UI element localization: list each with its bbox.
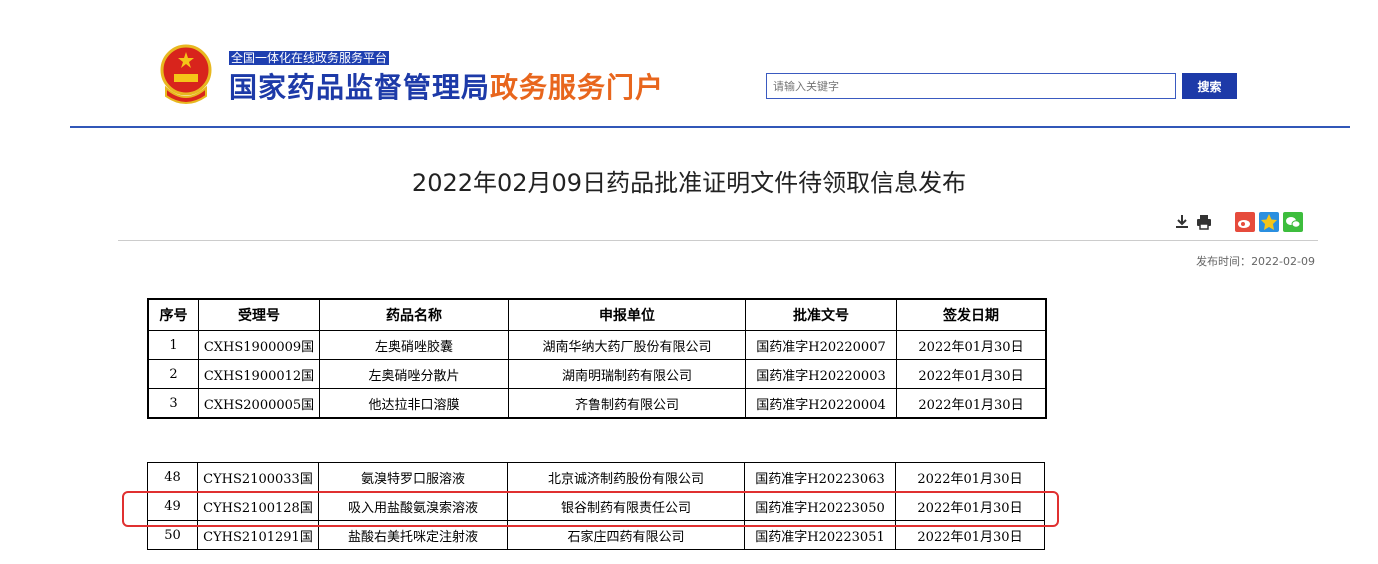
table-row: 2 CXHS1900012国 左奥硝唑分散片 湖南明瑞制药有限公司 国药准字H2…: [147, 359, 1047, 389]
table-cell: 湖南华纳大药厂股份有限公司: [508, 330, 746, 360]
table-row: 3 CXHS2000005国 他达拉非口溶膜 齐鲁制药有限公司 国药准字H202…: [147, 388, 1047, 419]
publish-label: 发布时间：: [1196, 255, 1252, 268]
weibo-icon[interactable]: [1235, 212, 1255, 232]
article-title: 2022年02月09日药品批准证明文件待领取信息发布: [411, 169, 967, 197]
table-cell: 他达拉非口溶膜: [319, 388, 509, 419]
platform-tag[interactable]: 全国一体化在线政务服务平台: [229, 51, 390, 65]
header-cell: 申报单位: [508, 298, 746, 331]
table-row: 1 CXHS1900009国 左奥硝唑胶囊 湖南华纳大药厂股份有限公司 国药准字…: [147, 330, 1047, 360]
site-title-main: 国家药品监督管理局: [229, 71, 491, 104]
table-cell: 国药准字H20220003: [745, 359, 897, 389]
table-cell: 1: [147, 330, 199, 360]
download-icon[interactable]: [1173, 213, 1191, 231]
qzone-icon[interactable]: [1259, 212, 1279, 232]
table-cell: 北京诚济制药股份有限公司: [507, 462, 745, 492]
table-cell: CXHS1900009国: [198, 330, 320, 360]
table-cell: 国药准字H20220004: [745, 388, 897, 419]
table-cell: 2: [147, 359, 199, 389]
article-divider: [118, 240, 1318, 241]
article-toolbar: [1173, 211, 1303, 233]
search-input[interactable]: [766, 73, 1176, 99]
header-cell: 序号: [147, 298, 199, 331]
table-cell: CXHS2000005国: [198, 388, 320, 419]
table-cell: 2022年01月30日: [896, 359, 1047, 389]
national-emblem-logo: [160, 44, 212, 106]
site-title-sub: 政务服务门户: [490, 71, 665, 104]
header-divider: [70, 126, 1350, 128]
table-cell: 48: [147, 462, 198, 492]
table-cell: CXHS1900012国: [198, 359, 320, 389]
print-icon[interactable]: [1195, 213, 1213, 231]
highlight-annotation-box: [122, 491, 1059, 527]
table-cell: 齐鲁制药有限公司: [508, 388, 746, 419]
header-cell: 签发日期: [896, 298, 1047, 331]
table-cell: 2022年01月30日: [895, 462, 1045, 492]
table-header-row: 序号 受理号 药品名称 申报单位 批准文号 签发日期: [147, 298, 1047, 331]
site-title[interactable]: 国家药品监督管理局政务服务门户: [229, 69, 664, 107]
table-cell: 湖南明瑞制药有限公司: [508, 359, 746, 389]
publish-time: 发布时间：2022-02-09: [1170, 253, 1315, 269]
table-cell: CYHS2100033国: [197, 462, 319, 492]
wechat-icon[interactable]: [1283, 212, 1303, 232]
header-cell: 药品名称: [319, 298, 509, 331]
header-cell: 受理号: [198, 298, 320, 331]
table-cell: 国药准字H20220007: [745, 330, 897, 360]
header-cell: 批准文号: [745, 298, 897, 331]
table-cell: 2022年01月30日: [896, 330, 1047, 360]
table-cell: 左奥硝唑胶囊: [319, 330, 509, 360]
table-row: 48 CYHS2100033国 氨溴特罗口服溶液 北京诚济制药股份有限公司 国药…: [147, 462, 1045, 492]
table-cell: 左奥硝唑分散片: [319, 359, 509, 389]
publish-date: 2022-02-09: [1251, 255, 1315, 268]
approval-table: 序号 受理号 药品名称 申报单位 批准文号 签发日期 1 CXHS1900009…: [147, 298, 1047, 419]
table-cell: 2022年01月30日: [896, 388, 1047, 419]
table-cell: 国药准字H20223063: [744, 462, 896, 492]
search-button[interactable]: 搜索: [1182, 73, 1237, 99]
table-cell: 3: [147, 388, 199, 419]
table-cell: 氨溴特罗口服溶液: [318, 462, 508, 492]
